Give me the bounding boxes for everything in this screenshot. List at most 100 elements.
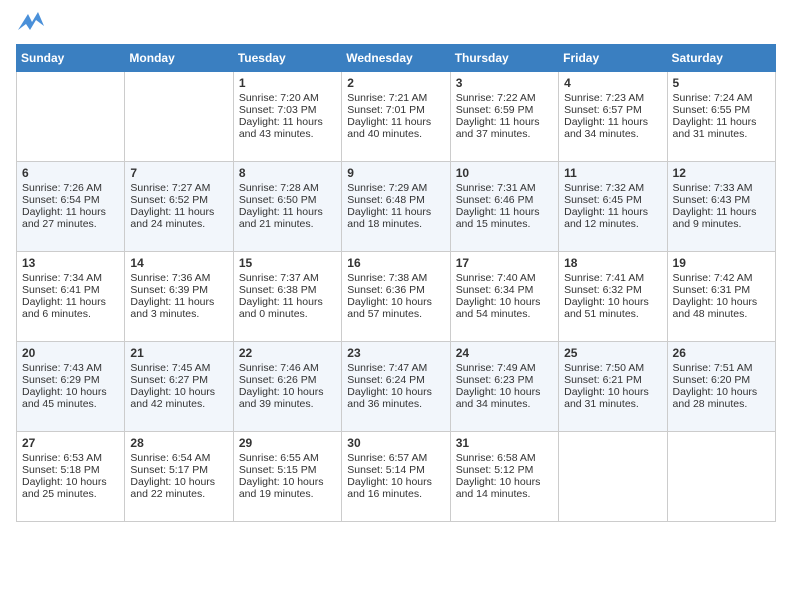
daylight-text: Daylight: 10 hours and 31 minutes. — [564, 386, 661, 410]
sunrise-text: Sunrise: 6:57 AM — [347, 452, 444, 464]
page-container: SundayMondayTuesdayWednesdayThursdayFrid… — [0, 0, 792, 538]
daylight-text: Daylight: 11 hours and 40 minutes. — [347, 116, 444, 140]
calendar-cell: 29Sunrise: 6:55 AMSunset: 5:15 PMDayligh… — [233, 432, 341, 522]
daylight-text: Daylight: 11 hours and 6 minutes. — [22, 296, 119, 320]
day-number: 28 — [130, 436, 227, 450]
day-number: 21 — [130, 346, 227, 360]
day-number: 24 — [456, 346, 553, 360]
col-header-friday: Friday — [559, 45, 667, 72]
day-number: 26 — [673, 346, 770, 360]
daylight-text: Daylight: 11 hours and 37 minutes. — [456, 116, 553, 140]
daylight-text: Daylight: 10 hours and 54 minutes. — [456, 296, 553, 320]
day-number: 12 — [673, 166, 770, 180]
sunrise-text: Sunrise: 7:20 AM — [239, 92, 336, 104]
sunrise-text: Sunrise: 7:45 AM — [130, 362, 227, 374]
calendar-cell — [667, 432, 775, 522]
daylight-text: Daylight: 11 hours and 18 minutes. — [347, 206, 444, 230]
col-header-tuesday: Tuesday — [233, 45, 341, 72]
sunrise-text: Sunrise: 7:42 AM — [673, 272, 770, 284]
sunset-text: Sunset: 6:32 PM — [564, 284, 661, 296]
daylight-text: Daylight: 10 hours and 14 minutes. — [456, 476, 553, 500]
day-number: 14 — [130, 256, 227, 270]
calendar-cell: 26 Sunrise: 7:51 AMSunset: 6:20 PMDayligh… — [667, 342, 775, 432]
sunrise-text: Sunrise: 6:58 AM — [456, 452, 553, 464]
col-header-wednesday: Wednesday — [342, 45, 450, 72]
daylight-text: Daylight: 10 hours and 51 minutes. — [564, 296, 661, 320]
calendar-cell: 25Sunrise: 7:50 AMSunset: 6:21 PMDayligh… — [559, 342, 667, 432]
sunset-text: Sunset: 6:41 PM — [22, 284, 119, 296]
sunrise-text: Sunrise: 7:28 AM — [239, 182, 336, 194]
col-header-saturday: Saturday — [667, 45, 775, 72]
calendar-cell — [559, 432, 667, 522]
sunrise-text: Sunrise: 7:50 AM — [564, 362, 661, 374]
sunset-text: Sunset: 6:39 PM — [130, 284, 227, 296]
sunset-text: Sunset: 6:27 PM — [130, 374, 227, 386]
calendar-cell: 19Sunrise: 7:42 AMSunset: 6:31 PMDayligh… — [667, 252, 775, 342]
col-header-monday: Monday — [125, 45, 233, 72]
sunset-text: Sunset: 6:34 PM — [456, 284, 553, 296]
day-number: 18 — [564, 256, 661, 270]
logo — [16, 16, 44, 32]
sunset-text: Sunset: 6:57 PM — [564, 104, 661, 116]
sunrise-text: Sunrise: 7:51 AM — [673, 362, 770, 374]
day-number: 29 — [239, 436, 336, 450]
header — [16, 16, 776, 32]
daylight-text: Daylight: 11 hours and 3 minutes. — [130, 296, 227, 320]
calendar-table: SundayMondayTuesdayWednesdayThursdayFrid… — [16, 44, 776, 522]
day-number: 4 — [564, 76, 661, 90]
sunset-text: Sunset: 6:36 PM — [347, 284, 444, 296]
calendar-cell: 12Sunrise: 7:33 AMSunset: 6:43 PMDayligh… — [667, 162, 775, 252]
daylight-text: Daylight: 11 hours and 34 minutes. — [564, 116, 661, 140]
day-number: 9 — [347, 166, 444, 180]
sunrise-text: Sunrise: 6:53 AM — [22, 452, 119, 464]
calendar-cell: 15Sunrise: 7:37 AMSunset: 6:38 PMDayligh… — [233, 252, 341, 342]
sunrise-text: Sunrise: 7:26 AM — [22, 182, 119, 194]
day-number: 20 — [22, 346, 119, 360]
sunset-text: Sunset: 6:59 PM — [456, 104, 553, 116]
sunset-text: Sunset: 7:03 PM — [239, 104, 336, 116]
calendar-cell: 13Sunrise: 7:34 AMSunset: 6:41 PMDayligh… — [17, 252, 125, 342]
day-number: 7 — [130, 166, 227, 180]
day-number: 5 — [673, 76, 770, 90]
calendar-cell: 28Sunrise: 6:54 AMSunset: 5:17 PMDayligh… — [125, 432, 233, 522]
calendar-cell: 18 Sunrise: 7:41 AMSunset: 6:32 PMDayligh… — [559, 252, 667, 342]
day-number: 16 — [347, 256, 444, 270]
daylight-text: Daylight: 11 hours and 24 minutes. — [130, 206, 227, 230]
calendar-cell: 27Sunrise: 6:53 AMSunset: 5:18 PMDayligh… — [17, 432, 125, 522]
daylight-text: Daylight: 10 hours and 34 minutes. — [456, 386, 553, 410]
sunrise-text: Sunrise: 7:22 AM — [456, 92, 553, 104]
daylight-text: Daylight: 10 hours and 28 minutes. — [673, 386, 770, 410]
sunrise-text: Sunrise: 7:24 AM — [673, 92, 770, 104]
sunset-text: Sunset: 6:20 PM — [673, 374, 770, 386]
calendar-cell: 17Sunrise: 7:40 AMSunset: 6:34 PMDayligh… — [450, 252, 558, 342]
daylight-text: Daylight: 11 hours and 12 minutes. — [564, 206, 661, 230]
sunrise-text: Sunrise: 7:38 AM — [347, 272, 444, 284]
sunset-text: Sunset: 5:14 PM — [347, 464, 444, 476]
daylight-text: Daylight: 11 hours and 31 minutes. — [673, 116, 770, 140]
day-number: 25 — [564, 346, 661, 360]
sunrise-text: Sunrise: 7:33 AM — [673, 182, 770, 194]
sunrise-text: Sunrise: 7:27 AM — [130, 182, 227, 194]
day-number: 27 — [22, 436, 119, 450]
calendar-cell: 5 Sunrise: 7:24 AMSunset: 6:55 PMDaylight… — [667, 72, 775, 162]
day-number: 6 — [22, 166, 119, 180]
calendar-cell: 9Sunrise: 7:29 AMSunset: 6:48 PMDaylight… — [342, 162, 450, 252]
daylight-text: Daylight: 11 hours and 9 minutes. — [673, 206, 770, 230]
daylight-text: Daylight: 11 hours and 43 minutes. — [239, 116, 336, 140]
sunset-text: Sunset: 6:45 PM — [564, 194, 661, 206]
day-number: 10 — [456, 166, 553, 180]
sunrise-text: Sunrise: 7:43 AM — [22, 362, 119, 374]
day-number: 30 — [347, 436, 444, 450]
sunrise-text: Sunrise: 7:29 AM — [347, 182, 444, 194]
calendar-cell: 3 Sunrise: 7:22 AMSunset: 6:59 PMDaylight… — [450, 72, 558, 162]
sunset-text: Sunset: 5:12 PM — [456, 464, 553, 476]
day-number: 19 — [673, 256, 770, 270]
daylight-text: Daylight: 11 hours and 15 minutes. — [456, 206, 553, 230]
sunset-text: Sunset: 6:55 PM — [673, 104, 770, 116]
sunrise-text: Sunrise: 7:41 AM — [564, 272, 661, 284]
daylight-text: Daylight: 10 hours and 22 minutes. — [130, 476, 227, 500]
day-number: 3 — [456, 76, 553, 90]
day-number: 2 — [347, 76, 444, 90]
calendar-cell: 21Sunrise: 7:45 AMSunset: 6:27 PMDayligh… — [125, 342, 233, 432]
calendar-cell — [125, 72, 233, 162]
